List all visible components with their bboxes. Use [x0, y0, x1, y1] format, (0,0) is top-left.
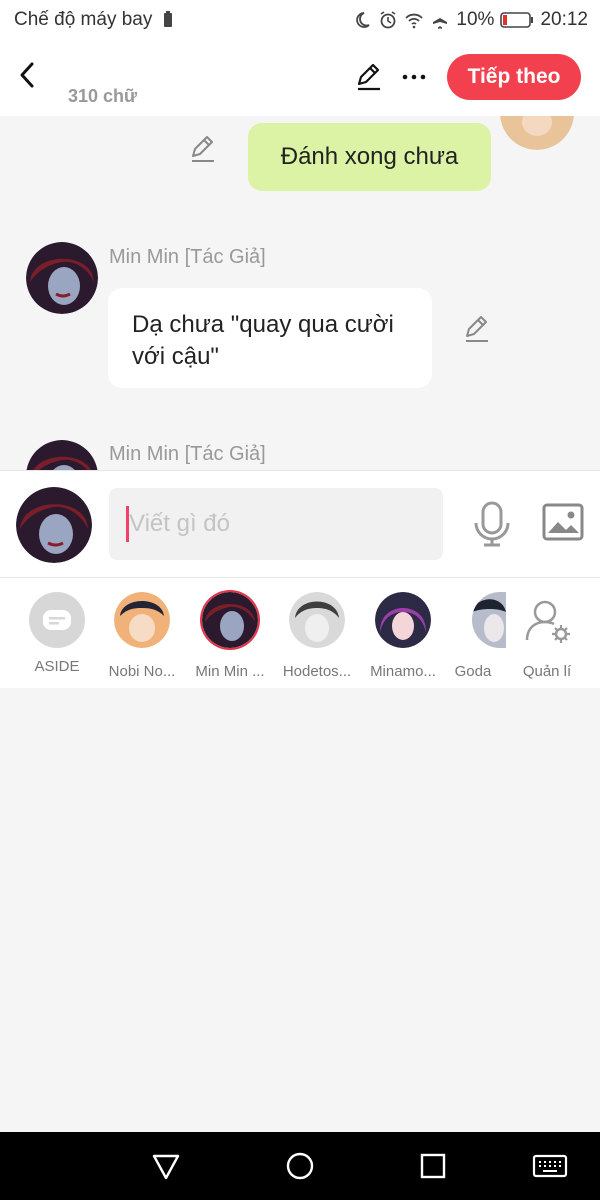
sender-name: Min Min [Tác Giả] — [109, 246, 266, 268]
min-min-avatar[interactable] — [26, 440, 98, 470]
aside-icon — [29, 592, 85, 648]
character-label: Hodetos... — [282, 663, 352, 680]
sender-name: Min Min [Tác Giả] — [109, 443, 266, 465]
goda-avatar — [472, 592, 506, 648]
more-dots-icon — [402, 74, 426, 80]
wifi-icon — [405, 13, 424, 29]
character-selector: ASIDE Nobi No... Min Min ... Hodetos... … — [0, 578, 600, 688]
recents-square-icon[interactable] — [417, 1150, 449, 1182]
manage-user-gear-icon — [525, 600, 570, 643]
microphone-icon[interactable] — [472, 501, 512, 547]
minamo-avatar — [375, 592, 431, 648]
image-icon[interactable] — [542, 503, 584, 543]
character-label: Quản lí — [522, 663, 572, 680]
character-label: Min Min ... — [195, 663, 265, 680]
character-nobi[interactable]: Nobi No... — [99, 592, 185, 680]
back-triangle-icon[interactable] — [150, 1150, 182, 1182]
character-aside[interactable]: ASIDE — [14, 592, 100, 675]
manage-characters-button[interactable]: Quản lí — [504, 592, 590, 680]
alarm-icon — [380, 11, 396, 29]
next-button[interactable]: Tiếp theo — [447, 54, 581, 100]
incoming-message-bubble[interactable]: Dạ chưa "quay qua cười với cậu" — [108, 288, 432, 388]
character-label: Nobi No... — [108, 663, 176, 680]
edit-pencil-icon[interactable] — [354, 62, 384, 92]
character-hodetos[interactable]: Hodetos... — [274, 592, 360, 680]
min-min-avatar — [202, 592, 258, 648]
battery-percent: 10% — [456, 9, 495, 30]
back-arrow-icon — [20, 62, 34, 88]
outgoing-message-bubble[interactable]: Đánh xong chưa — [248, 123, 491, 191]
top-bar: 310 chữ Tiếp theo — [0, 40, 600, 116]
system-navigation-bar — [0, 1132, 600, 1200]
status-bar: Chế độ máy bay 10% 20:12 — [0, 0, 600, 40]
character-label: ASIDE — [34, 658, 80, 675]
nobi-avatar — [114, 592, 170, 648]
back-button[interactable] — [12, 58, 42, 92]
clock: 20:12 — [540, 9, 588, 30]
min-min-avatar[interactable] — [26, 242, 98, 314]
keyboard-icon[interactable] — [532, 1150, 568, 1182]
airplane-icon — [433, 12, 448, 29]
word-count: 310 chữ — [68, 86, 138, 106]
current-character-avatar[interactable] — [16, 487, 92, 563]
airplane-mode-text: Chế độ máy bay — [14, 9, 153, 30]
home-circle-icon[interactable] — [284, 1150, 316, 1182]
outgoing-avatar[interactable] — [500, 116, 574, 150]
edit-message-icon[interactable] — [188, 134, 218, 164]
edit-message-icon[interactable] — [462, 314, 492, 344]
hodetos-avatar — [289, 592, 345, 648]
text-cursor — [126, 506, 129, 542]
more-options-button[interactable] — [400, 62, 428, 92]
message-input[interactable] — [109, 488, 443, 560]
character-min-min[interactable]: Min Min ... — [187, 592, 273, 680]
moon-icon — [356, 12, 371, 28]
battery-icon — [500, 12, 534, 28]
input-bar — [0, 470, 600, 578]
chat-area[interactable]: Đánh xong chưa Min Min [Tác Giả] Dạ chưa… — [0, 116, 600, 470]
battery-small-icon — [164, 11, 173, 27]
